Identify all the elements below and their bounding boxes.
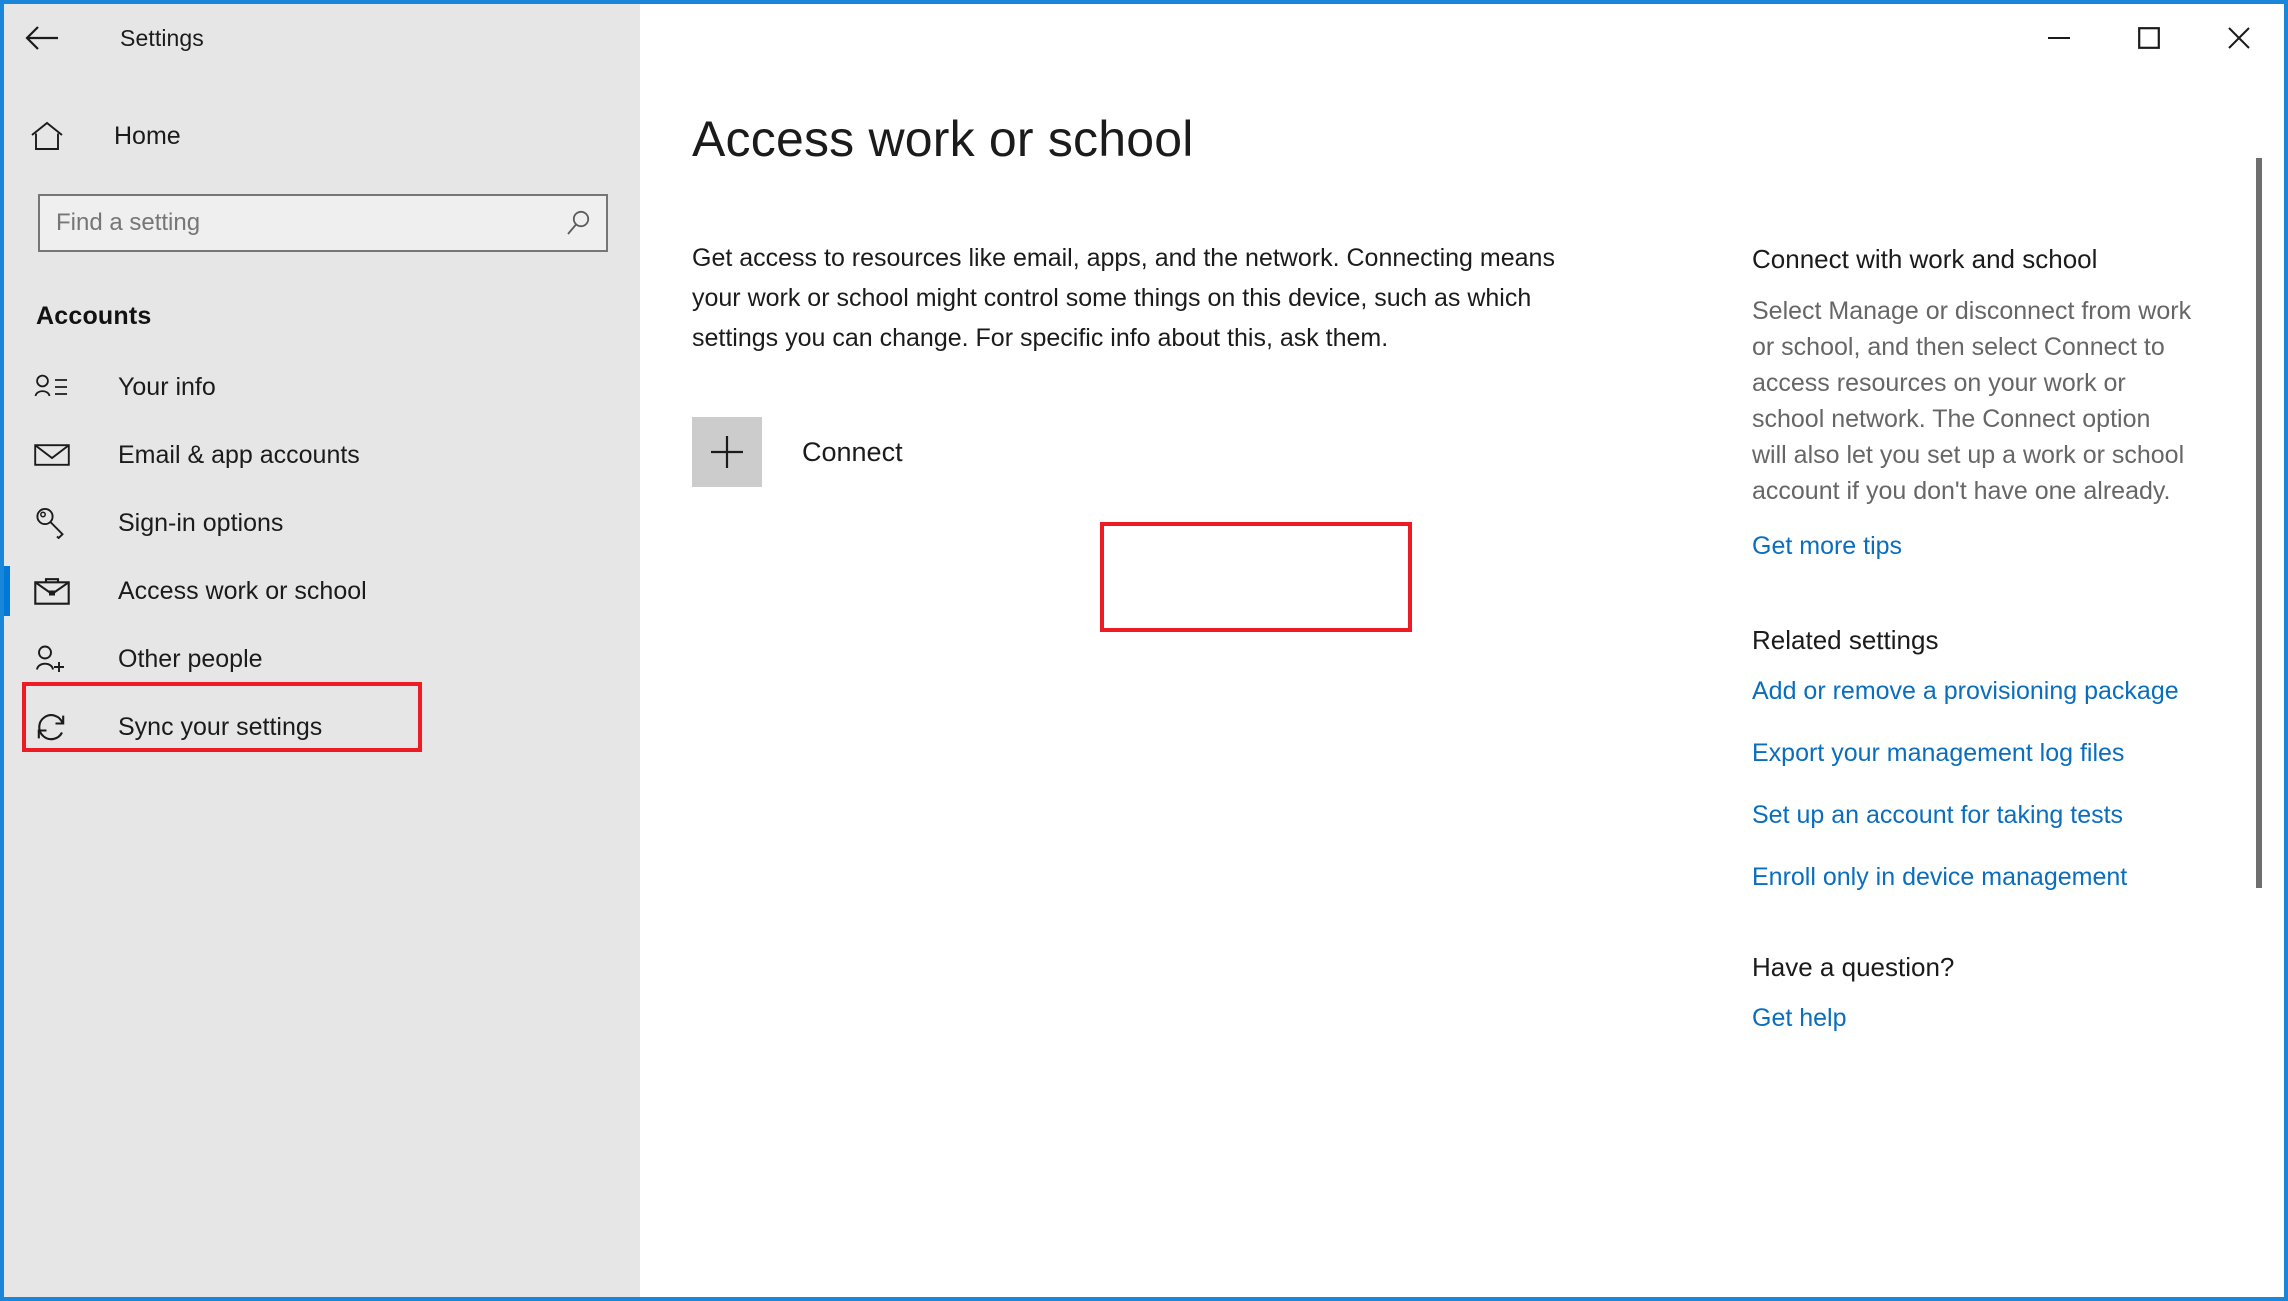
connect-info-heading: Connect with work and school — [1752, 244, 2098, 274]
enroll-only-device-management-link[interactable]: Enroll only in device management — [1752, 860, 2192, 894]
maximize-icon — [2138, 27, 2160, 49]
sidebar-nav-list: Your info Email & app accounts Sign-in o… — [4, 353, 640, 761]
sidebar-item-label: Access work or school — [118, 576, 367, 605]
back-button[interactable] — [4, 4, 80, 72]
main-content: Access work or school Get access to reso… — [640, 72, 2284, 1297]
related-settings-links: Add or remove a provisioning package Exp… — [1752, 674, 2192, 894]
title-bar-left: Settings — [4, 4, 640, 72]
plus-icon — [692, 417, 762, 487]
home-icon — [30, 121, 72, 151]
vertical-scrollbar[interactable] — [2256, 72, 2262, 1287]
page-title: Access work or school — [692, 111, 1194, 167]
title-bar-spacer — [640, 4, 2014, 72]
sidebar-item-email-app-accounts[interactable]: Email & app accounts — [4, 421, 640, 489]
briefcase-icon — [34, 576, 80, 606]
title-bar: Settings — [4, 4, 2284, 72]
sidebar-home-label: Home — [114, 121, 181, 150]
set-up-account-taking-tests-link[interactable]: Set up an account for taking tests — [1752, 798, 2192, 832]
get-more-tips-link[interactable]: Get more tips — [1752, 529, 2192, 563]
rail-spacer — [1752, 563, 2192, 625]
sidebar-item-label: Other people — [118, 644, 263, 673]
back-arrow-icon — [25, 25, 59, 51]
scrollbar-thumb[interactable] — [2256, 158, 2262, 888]
settings-window: Settings Home Find a setting Accounts Yo… — [0, 0, 2288, 1301]
sidebar-item-your-info[interactable]: Your info — [4, 353, 640, 421]
right-rail: Connect with work and school Select Mana… — [1752, 238, 2192, 1035]
export-management-log-files-link[interactable]: Export your management log files — [1752, 736, 2192, 770]
sidebar-item-home[interactable]: Home — [4, 100, 640, 172]
sidebar-item-label: Sync your settings — [118, 712, 323, 741]
sidebar-item-label: Email & app accounts — [118, 440, 360, 469]
sync-icon — [34, 711, 80, 743]
close-button[interactable] — [2194, 4, 2284, 72]
rail-spacer — [1752, 922, 2192, 952]
person-info-icon — [34, 373, 80, 401]
get-help-link[interactable]: Get help — [1752, 1001, 2192, 1035]
close-icon — [2227, 26, 2251, 50]
have-a-question-section: Have a question? Get help — [1752, 952, 2192, 1035]
connect-info-section: Connect with work and school Select Mana… — [1752, 244, 2192, 563]
connect-button-label: Connect — [802, 436, 903, 467]
sidebar-item-access-work-or-school[interactable]: Access work or school — [4, 557, 640, 625]
sidebar-item-label: Sign-in options — [118, 508, 284, 537]
maximize-button[interactable] — [2104, 4, 2194, 72]
sidebar-item-other-people[interactable]: Other people — [4, 625, 640, 693]
sidebar: Home Accounts You — [4, 4, 640, 1297]
intro-paragraph: Get access to resources like email, apps… — [692, 244, 1555, 352]
sidebar-item-sync-your-settings[interactable]: Sync your settings — [4, 693, 640, 761]
minimize-icon — [2047, 32, 2071, 44]
search-container — [38, 194, 608, 252]
envelope-icon — [34, 442, 80, 468]
window-controls — [2014, 4, 2284, 72]
add-remove-provisioning-package-link[interactable]: Add or remove a provisioning package — [1752, 674, 2192, 708]
content-columns: Get access to resources like email, apps… — [640, 238, 2284, 1035]
related-settings-section: Related settings Add or remove a provisi… — [1752, 625, 2192, 894]
window-title: Settings — [120, 24, 204, 51]
sidebar-item-sign-in-options[interactable]: Sign-in options — [4, 489, 640, 557]
person-add-icon — [34, 644, 80, 674]
connect-info-body: Select Manage or disconnect from work or… — [1752, 297, 2192, 505]
search-input[interactable] — [38, 194, 608, 252]
minimize-button[interactable] — [2014, 4, 2104, 72]
search-icon[interactable] — [562, 206, 596, 240]
content-primary-column: Get access to resources like email, apps… — [640, 238, 1700, 1035]
sidebar-item-label: Your info — [118, 372, 216, 401]
sidebar-category-title: Accounts — [36, 302, 152, 330]
key-icon — [34, 507, 80, 539]
have-a-question-heading: Have a question? — [1752, 952, 1955, 982]
connect-button[interactable]: Connect — [692, 412, 942, 492]
related-settings-heading: Related settings — [1752, 625, 1939, 655]
